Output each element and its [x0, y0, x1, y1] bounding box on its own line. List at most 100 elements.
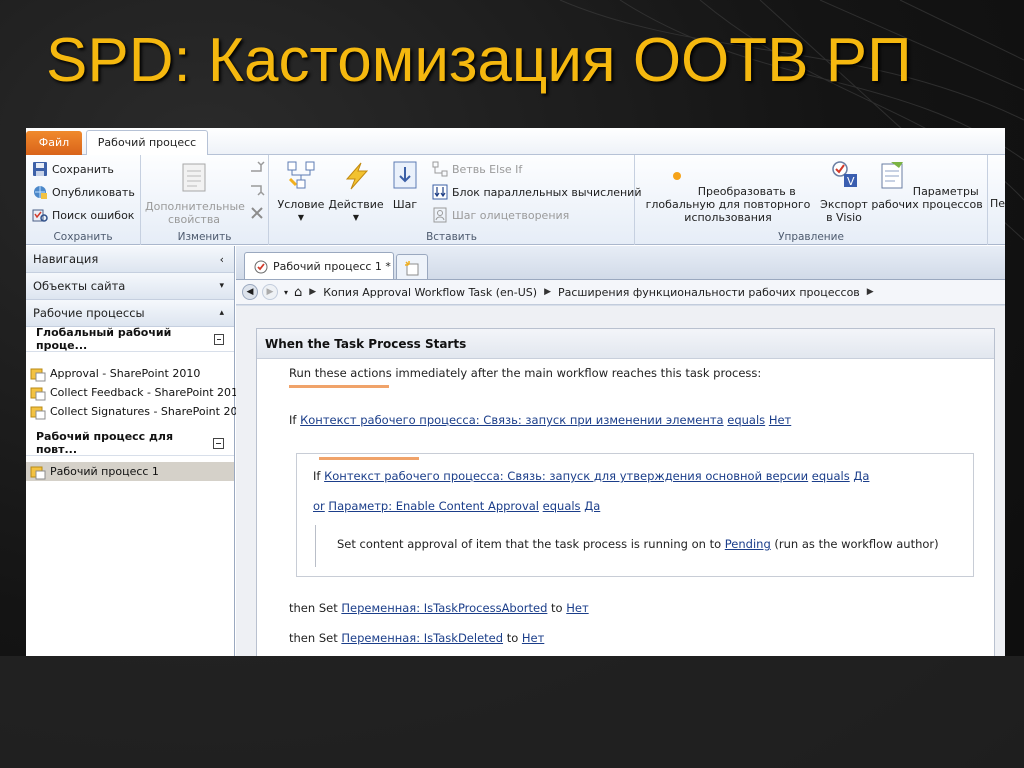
nav-workflows[interactable]: Рабочие процессы ▴ — [26, 300, 234, 327]
action-indent-rule — [315, 525, 316, 567]
back-icon[interactable]: ◀ — [242, 284, 258, 300]
group-label-insert: Вставить — [426, 231, 477, 243]
action-button[interactable]: Действие ▼ — [327, 159, 385, 224]
export-visio-button[interactable]: V Экспорт в Visio — [819, 159, 869, 224]
workflow-icon — [30, 406, 46, 419]
home-icon[interactable]: ⌂ — [294, 285, 302, 300]
condition-operator-link[interactable]: equals — [727, 413, 765, 427]
ribbon-tab-bar: Файл Рабочий процесс — [26, 128, 1005, 156]
condition-field-link[interactable]: Контекст рабочего процесса: Связь: запус… — [300, 413, 724, 427]
variable-value-link[interactable]: Нет — [522, 631, 544, 645]
condition-value-link[interactable]: Да — [584, 499, 600, 513]
collapse-left-icon[interactable]: ‹ — [220, 253, 224, 266]
step-icon — [393, 161, 417, 189]
action-label: Действие — [328, 198, 384, 211]
condition-value-link[interactable]: Нет — [769, 413, 791, 427]
list-item[interactable]: Collect Signatures - SharePoint 2010 — [26, 402, 251, 421]
condition-value-link[interactable]: Да — [853, 469, 869, 483]
action-then-2: then Set Переменная: IsTaskDeleted to Не… — [289, 631, 544, 645]
publish-button[interactable]: Опубликовать — [32, 182, 135, 202]
tab-file[interactable]: Файл — [26, 131, 82, 155]
publish-globe-icon — [34, 186, 47, 199]
condition-dropdown-icon: ▼ — [297, 213, 305, 222]
document-tab-label: Рабочий процесс 1 * — [273, 260, 391, 273]
condition-field-link[interactable]: Контекст рабочего процесса: Связь: запус… — [324, 469, 808, 483]
check-errors-button[interactable]: Поиск ошибок — [32, 205, 134, 225]
collapse-section-icon[interactable] — [213, 437, 224, 449]
workflow-canvas: When the Task Process Starts Run these a… — [236, 306, 1005, 656]
parallel-block-label: Блок параллельных вычислений — [452, 185, 642, 199]
document-tab[interactable]: Рабочий процесс 1 * — [244, 252, 394, 280]
ribbon-group-edit: Дополнительные свойства Изменить — [141, 155, 269, 245]
condition-operator-link[interactable]: equals — [543, 499, 581, 513]
ribbon: Сохранить Опубликовать Поиск ошибок Сохр… — [26, 155, 1005, 245]
navigation-pane: Навигация ‹ Объекты сайта ▾ Рабочие проц… — [26, 246, 251, 656]
nav-reusable-section[interactable]: Рабочий процесс для повт... — [26, 430, 234, 456]
move-up-icon[interactable] — [249, 159, 265, 175]
nav-site-objects[interactable]: Объекты сайта ▾ — [26, 273, 234, 300]
chevron-up-icon[interactable]: ▴ — [219, 308, 224, 318]
nav-reusable-section-label: Рабочий процесс для повт... — [36, 430, 174, 456]
condition-icon — [287, 161, 315, 189]
history-dropdown-icon[interactable]: ▾ — [284, 288, 288, 297]
move-down-icon[interactable] — [249, 182, 265, 198]
save-button[interactable]: Сохранить — [32, 159, 114, 179]
insertion-marker — [319, 457, 419, 460]
list-item[interactable]: Approval - SharePoint 2010 — [26, 364, 234, 383]
if-keyword: If — [313, 469, 321, 483]
chevron-down-icon[interactable]: ▾ — [219, 281, 224, 291]
group-label-manage: Управление — [778, 231, 844, 243]
then-keyword: then Set — [289, 631, 338, 645]
list-item-selected[interactable]: Рабочий процесс 1 — [26, 462, 234, 481]
breadcrumb-item[interactable]: Копия Approval Workflow Task (en-US) — [323, 286, 537, 299]
action-value-link[interactable]: Pending — [725, 537, 771, 551]
list-item[interactable]: Collect Feedback - SharePoint 2010 — [26, 383, 245, 402]
breadcrumb: ◀ ▶ ▾ ⌂ ▶ Копия Approval Workflow Task (… — [236, 279, 1005, 305]
workflow-item-label: Collect Feedback - SharePoint 2010 — [50, 386, 246, 399]
group-label-edit: Изменить — [177, 231, 232, 243]
to-keyword: to — [506, 631, 519, 645]
condition-button[interactable]: Условие ▼ — [275, 159, 327, 224]
workflow-icon — [30, 466, 46, 479]
condition-if-1: If Контекст рабочего процесса: Связь: за… — [289, 413, 791, 427]
impersonation-step-label: Шаг олицетворения — [452, 208, 570, 222]
collapse-section-icon[interactable] — [213, 333, 224, 345]
variable-link[interactable]: Переменная: IsTaskDeleted — [341, 631, 503, 645]
breadcrumb-item[interactable]: Расширения функциональности рабочих проц… — [558, 286, 860, 299]
then-keyword: then Set — [289, 601, 338, 615]
nav-header-label: Навигация — [33, 252, 99, 266]
group-label-save: Сохранить — [53, 231, 113, 243]
new-tab-button[interactable] — [396, 254, 428, 280]
workflow-item-label: Approval - SharePoint 2010 — [50, 367, 201, 380]
workflow-settings-button[interactable]: Параметры рабочих процессов — [871, 159, 983, 211]
convert-global-button[interactable]: Преобразовать в глобальную для повторног… — [639, 159, 817, 224]
workflow-icon — [30, 387, 46, 400]
stage-title: When the Task Process Starts — [257, 329, 994, 359]
forward-icon[interactable]: ▶ — [262, 284, 278, 300]
delete-icon[interactable] — [249, 205, 265, 221]
parallel-block-button[interactable]: Блок параллельных вычислений — [432, 182, 641, 202]
extra-properties-button[interactable]: Дополнительные свойства — [145, 161, 245, 226]
variable-link[interactable]: Переменная: IsTaskProcessAborted — [341, 601, 547, 615]
or-keyword-link[interactable]: or — [313, 499, 325, 513]
truncated-ribbon-button[interactable]: Пе — [990, 193, 1005, 213]
ribbon-group-save: Сохранить Опубликовать Поиск ошибок Сохр… — [26, 155, 141, 245]
condition-label: Условие — [277, 198, 325, 211]
step-button[interactable]: Шаг — [385, 159, 425, 211]
breadcrumb-separator-icon: ▶ — [866, 287, 874, 297]
condition-field-link[interactable]: Параметр: Enable Content Approval — [328, 499, 539, 513]
nav-header[interactable]: Навигация ‹ — [26, 246, 234, 273]
condition-operator-link[interactable]: equals — [812, 469, 850, 483]
nav-global-section[interactable]: Глобальный рабочий проце... — [26, 326, 234, 352]
step-label: Шаг — [392, 198, 418, 211]
else-branch-button[interactable]: Ветвь Else If — [432, 159, 522, 179]
impersonation-step-button[interactable]: Шаг олицетворения — [432, 205, 569, 225]
stage-intro: Run these actions immediately after the … — [289, 366, 762, 380]
condition-if-2: If Контекст рабочего процесса: Связь: за… — [313, 469, 869, 483]
lightning-action-icon — [345, 162, 369, 190]
variable-value-link[interactable]: Нет — [566, 601, 588, 615]
properties-document-icon — [182, 163, 206, 192]
to-keyword: to — [551, 601, 563, 615]
nav-site-objects-label: Объекты сайта — [33, 279, 126, 293]
tab-workflow[interactable]: Рабочий процесс — [86, 130, 208, 156]
